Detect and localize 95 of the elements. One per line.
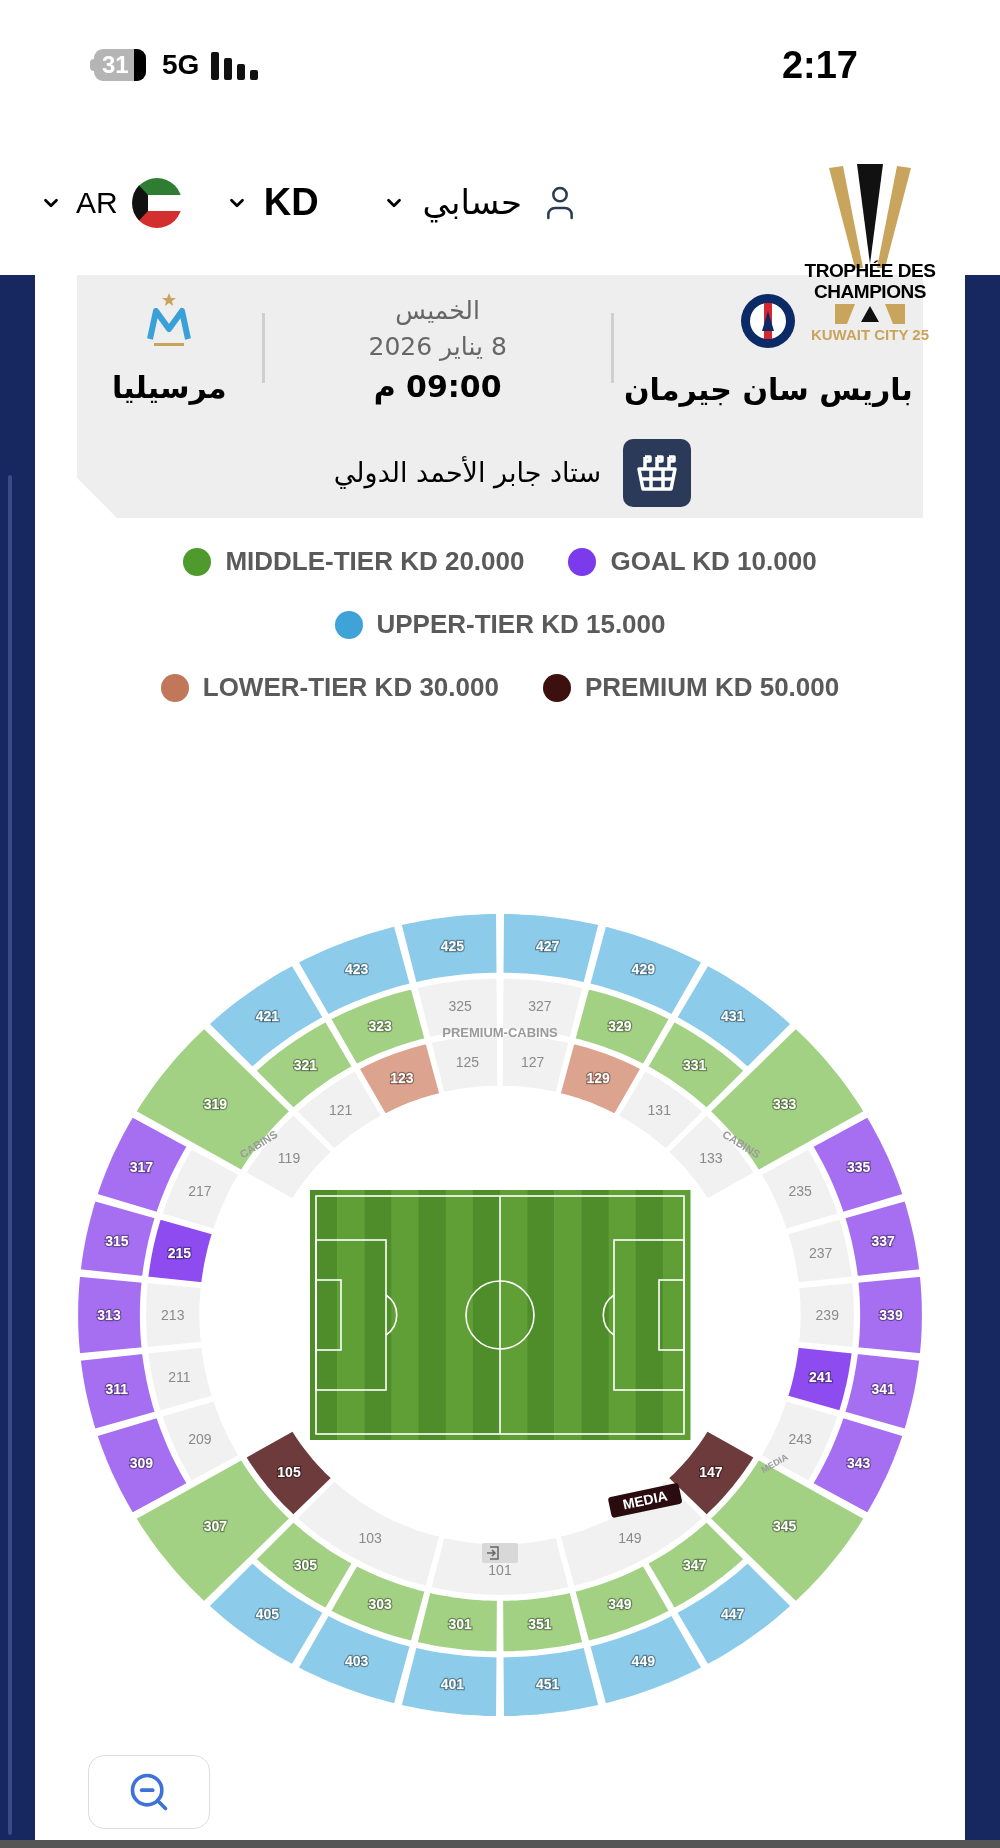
seat-section[interactable]	[146, 1217, 215, 1285]
section-number: 427	[535, 938, 560, 955]
section-number: 319	[203, 1095, 227, 1112]
section-number: 327	[528, 998, 552, 1015]
section-number: 311	[105, 1381, 129, 1398]
section-number: 133	[699, 1150, 723, 1167]
section-number: 405	[255, 1605, 280, 1622]
section-number: 301	[448, 1615, 472, 1632]
section-number: 333	[773, 1095, 797, 1112]
currency-selector[interactable]: KD	[225, 174, 319, 231]
section-number: 425	[440, 938, 465, 955]
section-number: 345	[773, 1518, 797, 1535]
section-number: 403	[345, 1652, 369, 1669]
legend-label: UPPER-TIER KD 15.000	[376, 608, 666, 641]
entrance-icon	[482, 1543, 518, 1563]
legend-label: LOWER-TIER KD 30.000	[202, 671, 499, 704]
match-date: 8 يناير 2026	[368, 331, 507, 363]
match-day: الخميس	[395, 293, 480, 329]
logo-title: CHAMPIONS	[814, 281, 926, 302]
section-number: 309	[129, 1455, 154, 1472]
legend-label: PREMIUM KD 50.000	[584, 671, 840, 704]
section-number: 241	[809, 1369, 833, 1385]
section-number: 213	[161, 1307, 185, 1323]
section-number: 101	[488, 1561, 512, 1578]
section-number: 239	[815, 1307, 839, 1323]
section-number: 131	[647, 1102, 671, 1119]
venue-name: ستاد جابر الأحمد الدولي	[333, 455, 601, 491]
section-number: 321	[293, 1056, 317, 1073]
section-number: 127	[520, 1054, 545, 1071]
legend-label: MIDDLE-TIER KD 20.000	[225, 545, 525, 578]
logo-subtitle: KUWAIT CITY 25	[810, 326, 930, 344]
section-number: 125	[455, 1054, 480, 1071]
battery-level: 31	[102, 53, 129, 77]
section-number: 329	[608, 1017, 632, 1034]
match-time: 09:00 م	[373, 368, 502, 407]
away-team-name: مرسيليا	[111, 369, 227, 407]
section-number: 449	[631, 1652, 655, 1669]
logo-title: TROPHÉE DES	[804, 260, 936, 281]
section-number: 215	[167, 1245, 191, 1261]
section-number: 343	[846, 1455, 871, 1472]
section-number: 149	[618, 1529, 642, 1546]
section-number: 323	[368, 1017, 392, 1034]
section-number: 243	[788, 1431, 812, 1448]
section-number: 123	[390, 1070, 414, 1087]
section-number: 335	[846, 1158, 871, 1175]
section-number: 315	[105, 1232, 129, 1249]
battery-cap	[134, 49, 146, 81]
section-number: 211	[168, 1369, 191, 1385]
section-number: 431	[720, 1008, 745, 1025]
zoom-out-button[interactable]	[88, 1755, 210, 1829]
team-crest-icon	[740, 293, 797, 349]
legend-label: GOAL KD 10.000	[610, 545, 817, 578]
section-number: 351	[528, 1615, 552, 1632]
section-number: 325	[448, 998, 472, 1015]
section-number: 423	[345, 961, 369, 978]
section-number: 313	[97, 1307, 121, 1323]
stadium-icon	[623, 439, 691, 507]
section-number: 103	[358, 1529, 382, 1546]
section-number: 235	[788, 1182, 812, 1199]
section-number: 217	[188, 1182, 212, 1199]
section-number: 429	[631, 961, 655, 978]
flag-icon	[131, 177, 182, 228]
media-badge: MEDIA	[607, 1482, 683, 1519]
seat-section[interactable]	[243, 1429, 334, 1517]
section-number: 317	[129, 1158, 154, 1175]
section-number: 337	[871, 1232, 895, 1249]
section-number: 451	[535, 1675, 560, 1692]
section-number: 129	[586, 1070, 610, 1087]
section-number: 349	[608, 1596, 632, 1613]
seat-section[interactable]	[666, 1429, 757, 1517]
network-label: 5G	[162, 48, 200, 82]
section-number: 331	[683, 1056, 707, 1073]
section-number: 119	[277, 1150, 301, 1167]
clock-time: 2:17	[781, 42, 858, 88]
section-number: 305	[293, 1557, 317, 1574]
section-number: 341	[871, 1381, 895, 1398]
section-number: 421	[255, 1008, 280, 1025]
seat-section[interactable]	[785, 1345, 854, 1413]
section-number: 209	[188, 1431, 212, 1448]
section-number: 121	[329, 1102, 353, 1119]
account-menu[interactable]: حسابي	[382, 177, 581, 228]
section-number: 347	[683, 1557, 707, 1574]
section-number: 147	[699, 1463, 723, 1480]
section-number: 237	[809, 1245, 833, 1261]
home-team-name: باريس سان جيرمان	[624, 371, 913, 409]
section-number: 339	[879, 1307, 903, 1323]
area-label: PREMIUM-CABINS	[442, 1025, 558, 1040]
section-number: 105	[277, 1463, 301, 1480]
language-selector[interactable]: AR	[40, 177, 182, 228]
chevron-logo-icon	[835, 302, 905, 326]
section-number: 307	[203, 1518, 227, 1535]
section-number: 401	[440, 1675, 465, 1692]
scrollbar[interactable]	[8, 475, 12, 1835]
section-number: 303	[368, 1596, 392, 1613]
section-number: 447	[720, 1605, 745, 1622]
